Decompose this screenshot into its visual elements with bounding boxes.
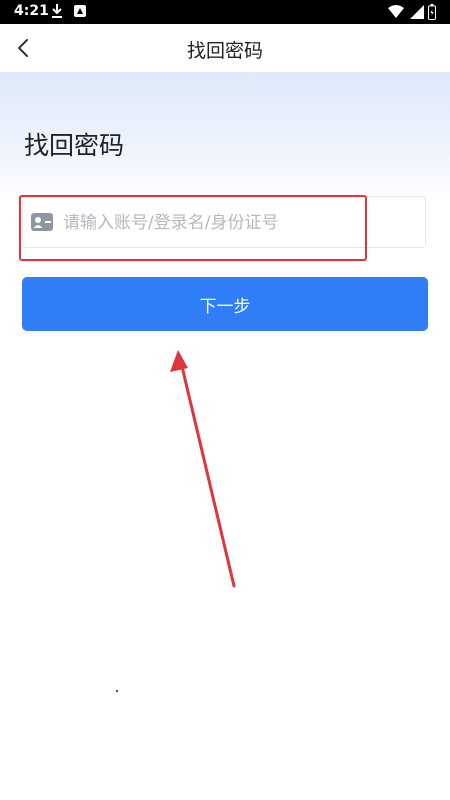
app-notification-icon: [74, 5, 86, 17]
wifi-icon: [388, 5, 404, 18]
nav-bar: 找回密码: [0, 24, 450, 72]
signal-icon: [410, 5, 424, 19]
page-heading: 找回密码: [24, 131, 125, 160]
next-step-button[interactable]: 下一步: [22, 277, 428, 331]
download-icon: [52, 4, 62, 18]
battery-icon: [428, 4, 436, 20]
status-bar: 4:21: [0, 0, 450, 24]
account-input[interactable]: [61, 205, 420, 241]
status-time: 4:21: [14, 3, 49, 19]
annotation-arrow: [170, 350, 236, 588]
nav-title: 找回密码: [186, 40, 263, 62]
user-card-icon: [31, 213, 53, 231]
account-field[interactable]: [22, 196, 426, 248]
stray-dot: [116, 690, 118, 692]
